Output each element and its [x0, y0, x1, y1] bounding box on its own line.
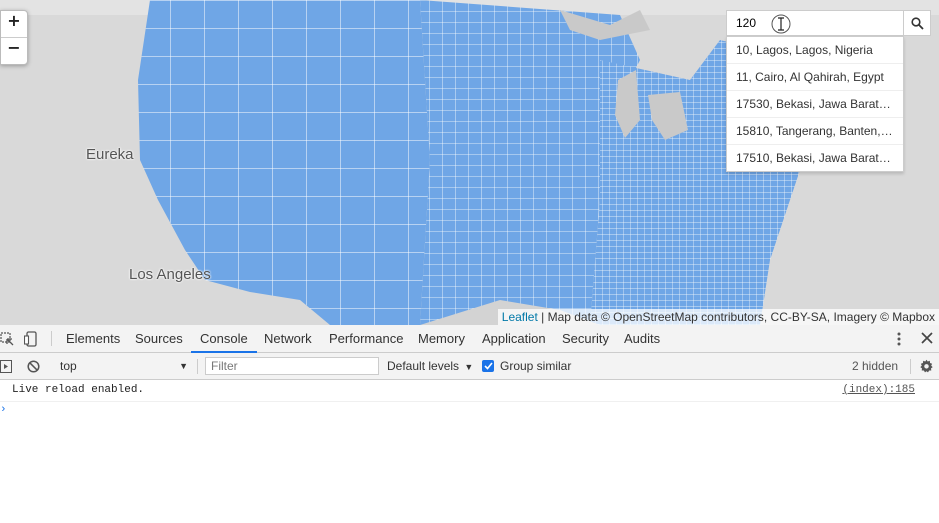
console-message: Live reload enabled. — [12, 384, 145, 396]
clear-console-icon[interactable] — [26, 359, 40, 373]
zoom-control: + − — [0, 10, 28, 65]
city-label-los-angeles: Los Angeles — [129, 266, 211, 283]
devtools-tab-bar: Elements Sources Console Network Perform… — [0, 325, 939, 353]
suggestion-item[interactable]: 11, Cairo, Al Qahirah, Egypt — [727, 63, 903, 90]
log-levels-label: Default levels — [387, 359, 460, 373]
tab-sources[interactable]: Sources — [135, 325, 183, 352]
city-label-eureka: Eureka — [86, 146, 134, 163]
tab-console[interactable]: Console — [191, 325, 257, 353]
log-levels-dropdown[interactable]: Default levels ▼ — [387, 353, 473, 379]
search-input[interactable] — [727, 11, 903, 35]
suggestion-item[interactable]: 10, Lagos, Lagos, Nigeria — [727, 37, 903, 63]
separator — [51, 331, 52, 346]
tab-elements[interactable]: Elements — [66, 325, 120, 352]
gear-icon[interactable] — [918, 358, 934, 374]
tab-audits[interactable]: Audits — [624, 325, 660, 352]
map-attribution: Leaflet | Map data © OpenStreetMap contr… — [497, 309, 939, 325]
more-options-icon[interactable] — [893, 330, 905, 347]
suggestion-item[interactable]: 17510, Bekasi, Jawa Barat, Indonesia — [727, 144, 903, 171]
group-similar-toggle[interactable]: Group similar — [482, 353, 571, 379]
separator — [910, 359, 911, 374]
search-suggestions: 10, Lagos, Lagos, Nigeria 11, Cairo, Al … — [726, 36, 904, 172]
attribution-text: | Map data © OpenStreetMap contributors,… — [537, 310, 935, 324]
tab-memory[interactable]: Memory — [418, 325, 465, 352]
console-message-row: Live reload enabled. (index):185 — [0, 379, 939, 402]
suggestion-item[interactable]: 15810, Tangerang, Banten, Indonesia — [727, 117, 903, 144]
context-value: top — [60, 359, 77, 373]
device-toolbar-icon[interactable] — [24, 330, 38, 347]
tab-security[interactable]: Security — [562, 325, 609, 352]
dropdown-arrow-icon: ▼ — [179, 361, 188, 371]
search-icon — [910, 16, 924, 30]
tab-network[interactable]: Network — [264, 325, 312, 352]
search-box — [726, 10, 904, 36]
zoom-out-button[interactable]: − — [1, 37, 27, 64]
text-cursor-icon — [771, 14, 791, 34]
suggestion-item[interactable]: 17530, Bekasi, Jawa Barat, Indonesia — [727, 90, 903, 117]
filter-input[interactable] — [205, 357, 379, 375]
map[interactable]: Eureka Los Angeles + − 10, Lagos, Lagos,… — [0, 0, 939, 325]
checkbox-checked-icon[interactable] — [482, 360, 494, 372]
group-similar-label: Group similar — [500, 359, 572, 373]
devtools-panel: Elements Sources Console Network Perform… — [0, 325, 939, 523]
hidden-messages-count: 2 hidden — [852, 359, 899, 373]
console-toolbar: top ▼ Default levels ▼ Group similar 2 h… — [0, 353, 939, 380]
separator — [197, 359, 198, 374]
tab-application[interactable]: Application — [482, 325, 546, 352]
dropdown-arrow-icon: ▼ — [464, 362, 474, 372]
zoom-in-button[interactable]: + — [1, 11, 27, 37]
search-button[interactable] — [904, 10, 931, 36]
close-icon[interactable] — [920, 331, 934, 345]
inspect-element-icon[interactable] — [0, 330, 14, 347]
sidebar-toggle-icon[interactable] — [0, 359, 12, 373]
console-source-link[interactable]: (index):185 — [842, 379, 915, 401]
leaflet-link[interactable]: Leaflet — [502, 310, 538, 324]
tab-performance[interactable]: Performance — [329, 325, 403, 352]
context-selector[interactable]: top ▼ — [50, 353, 191, 379]
console-prompt-icon[interactable]: › — [0, 404, 7, 416]
